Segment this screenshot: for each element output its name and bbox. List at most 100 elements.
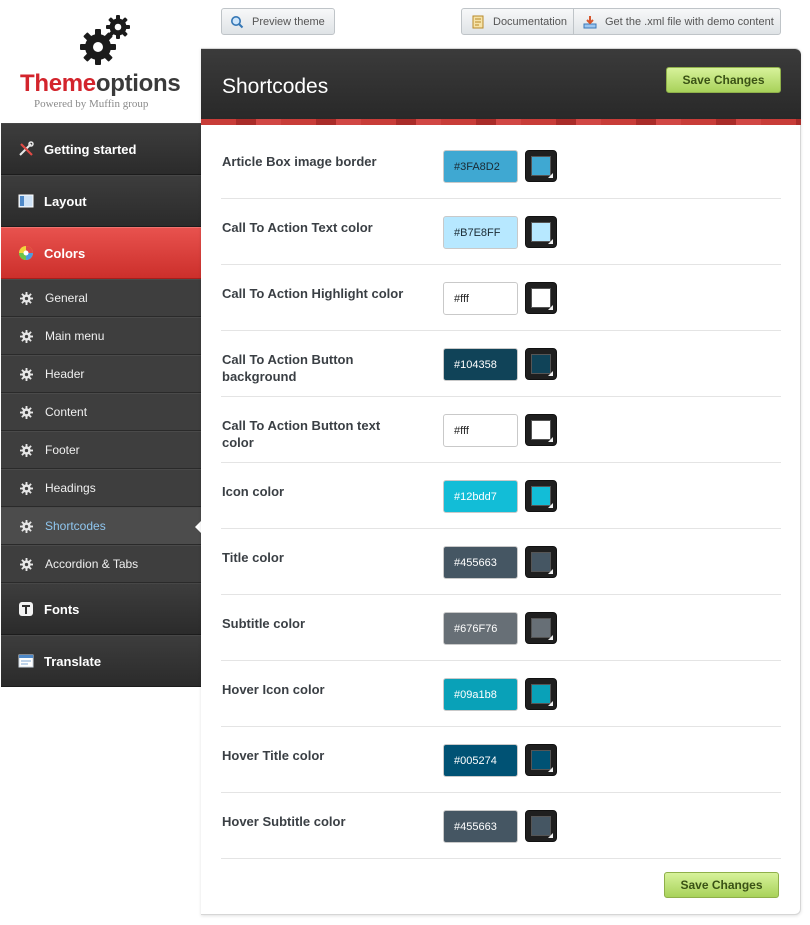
sidebar-subitem-label: Shortcodes	[45, 519, 106, 533]
demo-content-label: Get the .xml file with demo content	[605, 15, 774, 28]
color-hex-input[interactable]: #005274	[443, 744, 518, 777]
save-changes-button-top[interactable]: Save Changes	[666, 67, 781, 93]
color-option-row: Hover Subtitle color #455663	[221, 793, 781, 859]
download-icon	[583, 15, 597, 29]
font-icon	[18, 601, 34, 617]
color-hex-input[interactable]: #455663	[443, 546, 518, 579]
sidebar-subitem-general[interactable]: General	[1, 279, 201, 317]
color-option-label: Subtitle color	[222, 616, 306, 631]
color-option-row: Subtitle color #676F76	[221, 595, 781, 661]
color-picker-button[interactable]	[525, 744, 557, 776]
preview-theme-button[interactable]: Preview theme	[221, 8, 335, 35]
sidebar-subitem-label: Headings	[45, 481, 96, 495]
help-button-group: Documentation Get the .xml file with dem…	[461, 8, 781, 35]
picker-corner-icon	[548, 305, 553, 310]
color-hex-input[interactable]: #fff	[443, 414, 518, 447]
color-picker-button[interactable]	[525, 480, 557, 512]
color-option-row: Call To Action Highlight color #fff	[221, 265, 781, 331]
color-option-label: Hover Icon color	[222, 682, 325, 697]
color-hex-input[interactable]: #3FA8D2	[443, 150, 518, 183]
color-hex-input[interactable]: #676F76	[443, 612, 518, 645]
tools-icon	[18, 141, 34, 157]
sidebar-subitem-label: Header	[45, 367, 85, 381]
picker-corner-icon	[548, 437, 553, 442]
sidebar-subitem-label: Accordion & Tabs	[45, 557, 139, 571]
sidebar-subitem-label: Footer	[45, 443, 80, 457]
color-hex-input[interactable]: #12bdd7	[443, 480, 518, 513]
sidebar-item-label: Fonts	[44, 601, 80, 617]
color-option-label: Hover Subtitle color	[222, 814, 346, 829]
sidebar-subitem-content[interactable]: Content	[1, 393, 201, 431]
save-changes-button-bottom[interactable]: Save Changes	[664, 872, 779, 898]
documentation-button[interactable]: Documentation	[462, 9, 574, 34]
preview-theme-label: Preview theme	[252, 15, 325, 28]
sidebar-subitem-footer[interactable]: Footer	[1, 431, 201, 469]
color-picker-button[interactable]	[525, 678, 557, 710]
sidebar-subitem-main-menu[interactable]: Main menu	[1, 317, 201, 355]
translate-icon	[18, 653, 34, 669]
panel-header: Shortcodes Save Changes	[201, 49, 801, 125]
picker-corner-icon	[548, 833, 553, 838]
color-picker-button[interactable]	[525, 348, 557, 380]
sidebar-item-label: Getting started	[44, 141, 137, 157]
color-hex-input[interactable]: #455663	[443, 810, 518, 843]
color-option-label: Icon color	[222, 484, 285, 499]
color-hex-input[interactable]: #B7E8FF	[443, 216, 518, 249]
header-stripe	[201, 119, 801, 125]
color-picker-button[interactable]	[525, 282, 557, 314]
sidebar-item-getting-started[interactable]: Getting started	[1, 123, 201, 175]
logo-title: Themeoptions	[20, 70, 181, 97]
color-picker-button[interactable]	[525, 810, 557, 842]
color-option-row: Call To Action Text color #B7E8FF	[221, 199, 781, 265]
color-hex-input[interactable]: #09a1b8	[443, 678, 518, 711]
color-picker-button[interactable]	[525, 612, 557, 644]
sidebar-subitem-shortcodes[interactable]: Shortcodes	[1, 507, 201, 545]
color-picker-button[interactable]	[525, 414, 557, 446]
sidebar-item-layout[interactable]: Layout	[1, 175, 201, 227]
sidebar-subitem-header[interactable]: Header	[1, 355, 201, 393]
color-option-row: Hover Icon color #09a1b8	[221, 661, 781, 727]
picker-corner-icon	[548, 371, 553, 376]
color-picker-button[interactable]	[525, 150, 557, 182]
sidebar-item-label: Translate	[44, 653, 102, 669]
gear-icon	[20, 405, 33, 419]
gear-icon	[20, 557, 33, 571]
sidebar-item-fonts[interactable]: Fonts	[1, 583, 201, 635]
picker-corner-icon	[548, 767, 553, 772]
sidebar-subitem-label: General	[45, 291, 88, 305]
demo-content-button[interactable]: Get the .xml file with demo content	[574, 9, 780, 34]
picker-corner-icon	[548, 173, 553, 178]
sidebar-subitem-headings[interactable]: Headings	[1, 469, 201, 507]
gears-logo-icon	[78, 14, 132, 66]
documentation-label: Documentation	[493, 15, 567, 28]
sidebar-subitem-accordion-tabs[interactable]: Accordion & Tabs	[1, 545, 201, 583]
gear-icon	[20, 291, 33, 305]
color-hex-input[interactable]: #fff	[443, 282, 518, 315]
color-option-label: Call To Action Highlight color	[222, 286, 404, 301]
color-option-label: Call To Action Text color	[222, 220, 373, 235]
layout-icon	[18, 193, 34, 209]
sidebar-item-colors[interactable]: Colors	[1, 227, 201, 279]
color-option-row: Hover Title color #005274	[221, 727, 781, 793]
color-option-row: Icon color #12bdd7	[221, 463, 781, 529]
picker-corner-icon	[548, 569, 553, 574]
sidebar: Getting started Layout Colors General Ma…	[1, 123, 201, 687]
color-wheel-icon	[18, 245, 34, 261]
color-option-label: Title color	[222, 550, 284, 565]
color-option-row: Call To Action Button background #104358	[221, 331, 781, 397]
sidebar-item-translate[interactable]: Translate	[1, 635, 201, 687]
options-panel: Shortcodes Save Changes Article Box imag…	[201, 48, 801, 915]
color-option-row: Article Box image border #3FA8D2	[221, 133, 781, 199]
color-option-label: Call To Action Button background	[222, 352, 354, 384]
gear-icon	[20, 367, 33, 381]
color-picker-button[interactable]	[525, 546, 557, 578]
magnifier-icon	[230, 15, 244, 29]
color-hex-input[interactable]: #104358	[443, 348, 518, 381]
picker-corner-icon	[548, 635, 553, 640]
gear-icon	[20, 443, 33, 457]
gear-icon	[20, 519, 33, 533]
gear-icon	[20, 481, 33, 495]
document-icon	[471, 15, 485, 29]
color-picker-button[interactable]	[525, 216, 557, 248]
logo-subtitle: Powered by Muffin group	[34, 98, 149, 110]
